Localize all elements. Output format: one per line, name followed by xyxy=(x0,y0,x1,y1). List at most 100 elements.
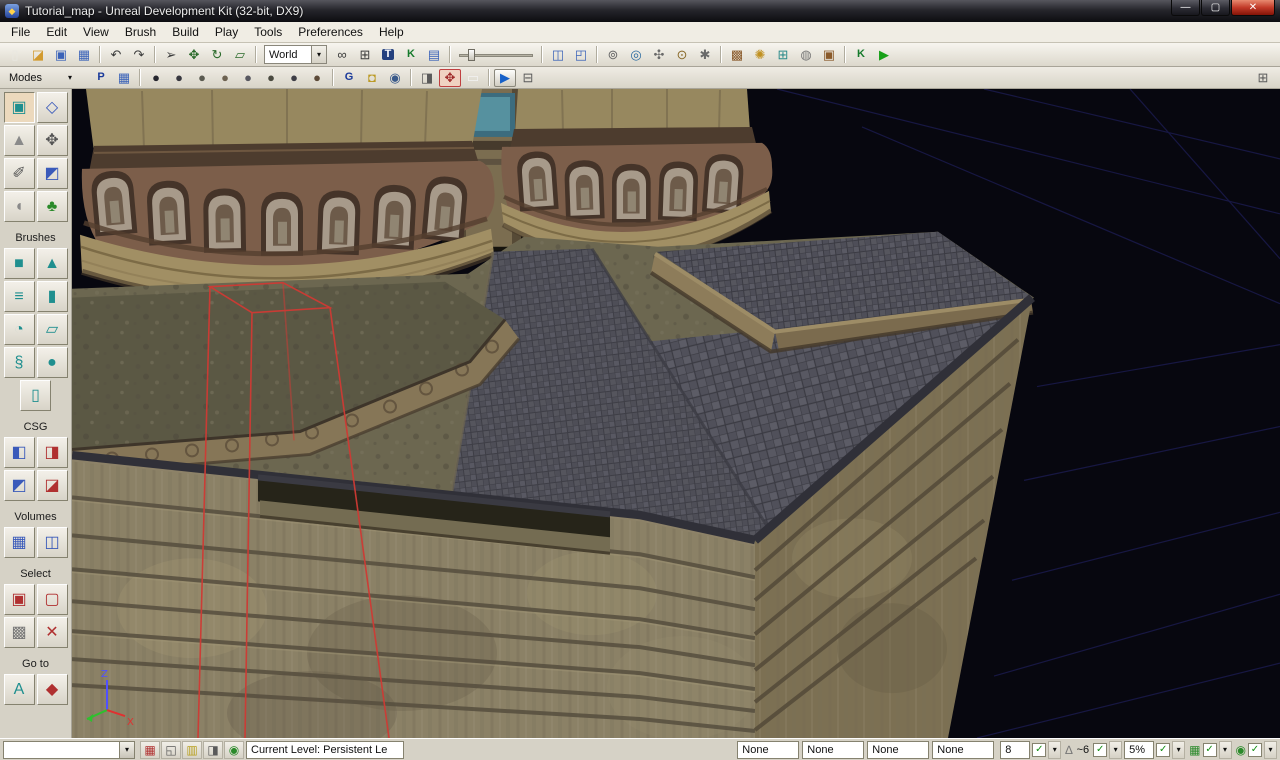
open-kismet-icon[interactable]: K xyxy=(850,45,872,65)
none-field-4[interactable]: None xyxy=(932,741,994,759)
viewmode-unlit-icon[interactable]: ● xyxy=(191,69,213,87)
add-volume[interactable]: ▦ xyxy=(4,527,35,558)
csg-subtract[interactable]: ◨ xyxy=(37,437,68,468)
source-control-icon[interactable]: ◉ xyxy=(224,741,244,759)
volume-types[interactable]: ◫ xyxy=(37,527,68,558)
select-matching[interactable]: ▩ xyxy=(4,617,35,648)
build-geometry-icon[interactable]: ▩ xyxy=(726,45,748,65)
menu-build[interactable]: Build xyxy=(164,23,207,41)
camera-mode-icon[interactable]: ◨ xyxy=(416,69,438,87)
menu-tools[interactable]: Tools xyxy=(246,23,290,41)
menu-file[interactable]: File xyxy=(3,23,38,41)
viewmode-light-complexity-icon[interactable]: ● xyxy=(283,69,305,87)
selection-set-field[interactable] xyxy=(3,741,119,759)
viewmode-brush-wireframe-icon[interactable]: ● xyxy=(145,69,167,87)
drag-grid-dropdown-arrow[interactable]: ▾ xyxy=(1048,741,1061,759)
drag-grid-checkbox[interactable]: ✓ xyxy=(1032,743,1046,757)
build-cover-icon[interactable]: ◍ xyxy=(795,45,817,65)
goto-builder-brush[interactable]: ◆ xyxy=(37,674,68,705)
mode-texture[interactable]: ✥ xyxy=(37,125,68,156)
move-rotate-camera-icon[interactable]: ✥ xyxy=(439,69,461,87)
chevron-down-icon[interactable]: ▾ xyxy=(119,741,135,759)
play-in-editor-icon[interactable]: ▶ xyxy=(873,45,895,65)
minimize-button[interactable]: — xyxy=(1171,0,1200,16)
brush-cone[interactable]: ▲ xyxy=(37,248,68,279)
scale-grid-checkbox[interactable]: ✓ xyxy=(1156,743,1170,757)
perspective-viewport[interactable]: Z X xyxy=(72,89,1280,738)
socket-manager-icon[interactable]: ⊚ xyxy=(602,45,624,65)
current-level-field[interactable]: Current Level: Persistent Le xyxy=(246,741,404,759)
autosave-toggle-icon[interactable]: ▦ xyxy=(1189,743,1200,757)
viewmode-detail-lighting-icon[interactable]: ● xyxy=(237,69,259,87)
viewport-layout-icon[interactable]: ◱ xyxy=(161,741,181,759)
editor-settings-icon[interactable]: ✱ xyxy=(694,45,716,65)
selection-set-combo[interactable]: ▾ xyxy=(3,741,135,759)
open-map-icon[interactable]: ◪ xyxy=(27,45,49,65)
brush-sheet[interactable]: ▱ xyxy=(37,314,68,345)
rotation-grid-checkbox[interactable]: ✓ xyxy=(1093,743,1107,757)
drag-grid-field[interactable]: 8 xyxy=(1000,741,1030,759)
mode-camera[interactable]: ▣ xyxy=(4,92,35,123)
mode-terrain[interactable]: ▲ xyxy=(4,125,35,156)
build-paths-icon[interactable]: ⊞ xyxy=(772,45,794,65)
close-button[interactable]: ✕ xyxy=(1231,0,1275,16)
menu-view[interactable]: View xyxy=(75,23,117,41)
float-panel-icon[interactable]: ⊞ xyxy=(1252,69,1274,87)
csg-add[interactable]: ◧ xyxy=(4,437,35,468)
build-all-icon[interactable]: ▣ xyxy=(818,45,840,65)
select-partial[interactable]: ▢ xyxy=(37,584,68,615)
goto-actor[interactable]: A xyxy=(4,674,35,705)
autosave-dropdown-arrow[interactable]: ▾ xyxy=(1219,741,1232,759)
actor-classes-icon[interactable]: ◰ xyxy=(570,45,592,65)
maximize-button[interactable]: ▢ xyxy=(1201,0,1230,16)
viewmode-lit-icon[interactable]: ● xyxy=(214,69,236,87)
save-all-icon[interactable]: ▦ xyxy=(73,45,95,65)
mode-mesh-paint[interactable]: ✐ xyxy=(4,158,35,189)
stream-levels-checkbox[interactable]: ✓ xyxy=(1248,743,1262,757)
viewport-grid-icon[interactable]: ▦ xyxy=(113,69,135,87)
viewport-lock-icon[interactable]: ◘ xyxy=(361,69,383,87)
rotate-tool-icon[interactable]: ↻ xyxy=(206,45,228,65)
menu-help[interactable]: Help xyxy=(371,23,412,41)
play-in-viewport-icon[interactable]: ▶ xyxy=(494,69,516,87)
terrain-editor-icon[interactable]: T xyxy=(377,45,399,65)
content-browser-icon[interactable]: ▤ xyxy=(423,45,445,65)
slider-thumb[interactable] xyxy=(468,49,475,61)
scale-grid-dropdown-arrow[interactable]: ▾ xyxy=(1172,741,1185,759)
stream-levels-icon[interactable]: ◉ xyxy=(1236,743,1246,757)
menu-preferences[interactable]: Preferences xyxy=(290,23,371,41)
menu-edit[interactable]: Edit xyxy=(38,23,75,41)
csg-intersect[interactable]: ◩ xyxy=(4,470,35,501)
none-field-1[interactable]: None xyxy=(737,741,799,759)
coordinate-system-dropdown[interactable]: World▾ xyxy=(264,45,327,64)
autosave-checkbox[interactable]: ✓ xyxy=(1203,743,1217,757)
none-field-2[interactable]: None xyxy=(802,741,864,759)
viewmode-lighting-only-icon[interactable]: ● xyxy=(260,69,282,87)
viewmode-wireframe-icon[interactable]: ● xyxy=(168,69,190,87)
autosave-indicator-icon[interactable]: ▦ xyxy=(140,741,160,759)
fullscreen-icon[interactable]: ⊞ xyxy=(354,45,376,65)
brush-linear-stair[interactable]: ≡ xyxy=(4,281,35,312)
kismet-icon[interactable]: K xyxy=(400,45,422,65)
mode-landscape[interactable]: ◖ xyxy=(4,191,35,222)
scale-tool-icon[interactable]: ▱ xyxy=(229,45,251,65)
deselect-all[interactable]: ✕ xyxy=(37,617,68,648)
save-map-icon[interactable]: ▣ xyxy=(50,45,72,65)
brush-sphere[interactable]: ● xyxy=(37,347,68,378)
package-status-icon[interactable]: ◨ xyxy=(203,741,223,759)
csg-deintersect[interactable]: ◪ xyxy=(37,470,68,501)
build-lighting-icon[interactable]: ✺ xyxy=(749,45,771,65)
redo-icon[interactable]: ↷ xyxy=(128,45,150,65)
brush-cylinder[interactable]: ▮ xyxy=(37,281,68,312)
post-process-toggle-icon[interactable]: P xyxy=(90,69,112,87)
game-view-icon[interactable]: G xyxy=(338,69,360,87)
generic-browser-icon[interactable]: ◫ xyxy=(547,45,569,65)
matinee-icon[interactable]: ✣ xyxy=(648,45,670,65)
modes-dropdown[interactable]: Modes ▾ xyxy=(2,72,90,84)
mode-geometry[interactable]: ◇ xyxy=(37,92,68,123)
maximize-viewport-icon[interactable]: ▭ xyxy=(462,69,484,87)
scale-grid-field[interactable]: 5% xyxy=(1124,741,1154,759)
publish-cook-icon[interactable]: ⊙ xyxy=(671,45,693,65)
viewport-options-icon[interactable]: ⊟ xyxy=(517,69,539,87)
brush-card[interactable]: ▯ xyxy=(20,380,51,411)
